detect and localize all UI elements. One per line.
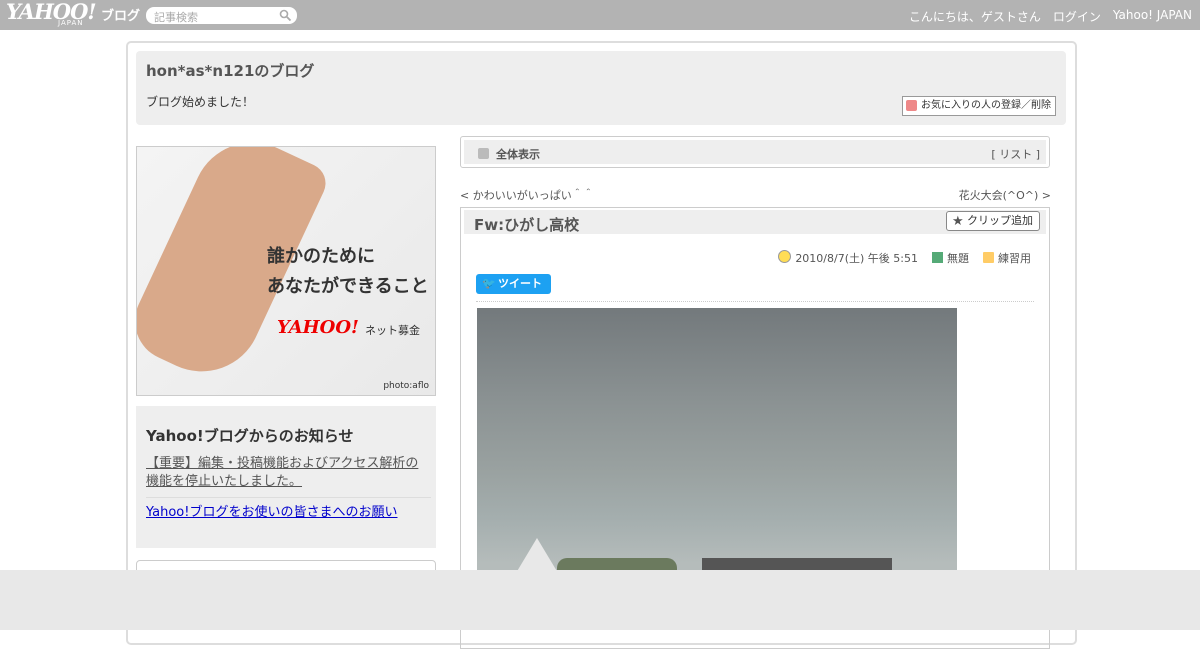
hand-image — [137, 147, 333, 392]
article-header: Fw:ひがし高校 ★ クリップ追加 — [464, 210, 1046, 234]
theme-icon — [932, 252, 943, 263]
tweet-button[interactable]: 🐦 ツイート — [476, 274, 551, 294]
prev-mark: < — [460, 189, 473, 202]
folder-icon — [983, 252, 994, 263]
article-theme[interactable]: 無題 — [947, 252, 969, 265]
greeting-text: こんにちは、ゲストさん — [908, 10, 1041, 24]
news-box: Yahoo!ブログからのお知らせ 【重要】編集・投稿機能およびアクセス解析の機能… — [136, 406, 436, 548]
prev-article: < かわいいがいっぱい＾＾ — [460, 187, 594, 203]
footer-band — [0, 570, 1200, 630]
view-bar: 全体表示 [ リスト ] — [460, 136, 1050, 168]
yahoo-logo-sub: JAPAN — [58, 19, 84, 27]
blog-frame: hon*as*n121のブログ ブログ始めました！ お気に入りの人の登録／削除 … — [126, 41, 1077, 649]
login-link[interactable]: ログイン — [1053, 8, 1101, 25]
search-input[interactable]: 記事検索 — [146, 7, 297, 24]
divider — [476, 301, 1034, 302]
search-placeholder: 記事検索 — [154, 11, 198, 24]
next-article: 花火大会(^O^) > — [959, 187, 1051, 203]
donation-banner[interactable]: 誰かのために あなたができること YAHOO! ネット募金 photo:aflo — [136, 146, 436, 396]
article-category[interactable]: 練習用 — [998, 252, 1031, 265]
list-link-group: [ リスト ] — [991, 146, 1040, 162]
search-icon[interactable] — [279, 9, 292, 22]
banner-photo-credit: photo:aflo — [383, 381, 429, 391]
banner-line2: あなたができること — [267, 276, 429, 297]
blog-logo[interactable]: ブログ — [101, 5, 140, 24]
star-icon: ★ — [952, 214, 964, 229]
news-title: Yahoo!ブログからのお知らせ — [146, 427, 354, 445]
blog-header: hon*as*n121のブログ ブログ始めました！ お気に入りの人の登録／削除 — [136, 51, 1066, 125]
list-link[interactable]: リスト — [999, 148, 1032, 161]
article-date[interactable]: 2010/8/7(土) 午後 5:51 — [795, 252, 918, 265]
top-bar: YAHOO! JAPAN ブログ 記事検索 こんにちは、ゲストさん ログイン Y… — [0, 0, 1200, 30]
favorite-button[interactable]: お気に入りの人の登録／削除 — [902, 96, 1056, 116]
yahoo-japan-link[interactable]: Yahoo! JAPAN — [1113, 8, 1192, 25]
article-title[interactable]: Fw:ひがし高校 — [474, 214, 579, 235]
next-mark: > — [1038, 189, 1051, 202]
banner-fund-label: ネット募金 — [365, 324, 420, 337]
news-item-important[interactable]: 【重要】編集・投稿機能およびアクセス解析の機能を停止いたしました。 — [146, 455, 431, 498]
bracket-close: ] — [1032, 148, 1040, 161]
article-meta: 2010/8/7(土) 午後 5:51 無題 練習用 — [778, 250, 1031, 266]
news-item-request[interactable]: Yahoo!ブログをお使いの皆さまへのお願い — [146, 501, 397, 520]
heart-icon — [906, 100, 917, 111]
user-nav: こんにちは、ゲストさん ログイン Yahoo! JAPAN — [909, 8, 1192, 25]
banner-line1: 誰かのために — [267, 246, 375, 267]
clip-add-button[interactable]: ★ クリップ追加 — [946, 211, 1040, 231]
article-photo[interactable] — [477, 308, 957, 608]
view-all-label: 全体表示 — [496, 148, 540, 161]
clip-add-label: クリップ追加 — [967, 214, 1033, 227]
clock-icon — [778, 250, 792, 263]
blog-description: ブログ始めました！ — [146, 95, 255, 109]
prev-article-link[interactable]: かわいいがいっぱい＾＾ — [473, 189, 594, 202]
blog-title[interactable]: hon*as*n121のブログ — [146, 60, 314, 81]
tweet-label: ツイート — [498, 277, 542, 290]
next-article-link[interactable]: 花火大会(^O^) — [959, 189, 1039, 202]
favorite-button-label: お気に入りの人の登録／削除 — [921, 100, 1051, 111]
arrow-icon — [478, 148, 489, 159]
banner-logo: YAHOO! — [277, 317, 359, 338]
twitter-bird-icon: 🐦 — [482, 277, 496, 290]
